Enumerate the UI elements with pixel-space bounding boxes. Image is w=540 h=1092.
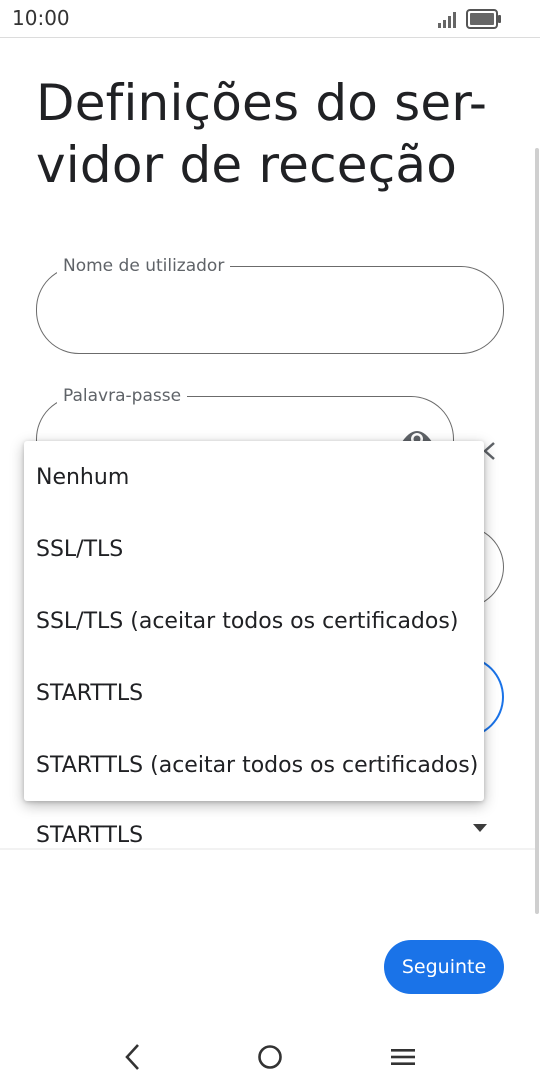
battery-icon [466,9,501,29]
status-time: 10:00 [12,6,70,30]
security-dropdown-menu: Nenhum SSL/TLS SSL/TLS (aceitar todos os… [24,441,484,801]
menu-item-starttls[interactable]: STARTTLS [24,657,484,729]
username-field[interactable]: Nome de utilizador [36,256,504,354]
username-label: Nome de utilizador [57,256,231,276]
scrollbar[interactable] [535,148,539,914]
menu-item-ssl-tls[interactable]: SSL/TLS [24,513,484,585]
screen: 10:00 Definições do ser-vidor de receção… [0,0,540,1092]
menu-item-nenhum[interactable]: Nenhum [24,441,484,513]
home-icon[interactable] [257,1044,283,1070]
menu-item-starttls-all-certs[interactable]: STARTTLS (aceitar todos os certificados) [24,729,484,801]
divider [0,848,535,850]
page-title: Definições do ser-vidor de receção [36,74,488,194]
back-icon[interactable] [122,1042,142,1072]
menu-icon[interactable] [390,1047,416,1067]
security-type-value[interactable]: STARTTLS [36,823,143,848]
navigation-bar [0,1020,540,1092]
signal-icon [438,12,456,28]
next-button[interactable]: Seguinte [384,940,504,994]
arrow-drop-down-icon[interactable] [472,823,488,833]
status-bar: 10:00 [0,0,540,38]
password-label: Palavra-passe [57,386,188,406]
menu-item-ssl-tls-all-certs[interactable]: SSL/TLS (aceitar todos os certificados) [24,585,484,657]
